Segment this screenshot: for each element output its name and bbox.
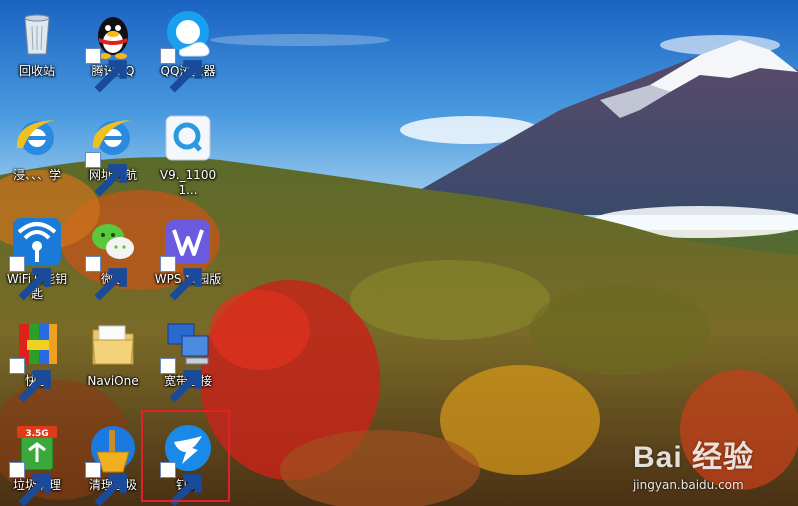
icon-label: NaviOne bbox=[87, 374, 139, 388]
broom-icon bbox=[85, 422, 139, 506]
wechat-icon bbox=[85, 216, 139, 301]
shortcut-arrow-icon bbox=[9, 358, 51, 403]
desktop-icon-junk-clean[interactable]: 3.5G 垃圾清理 bbox=[2, 422, 72, 506]
ie-icon bbox=[11, 112, 63, 164]
baidu-jingyan-watermark: Bai 经验 jingyan.baidu.com bbox=[633, 432, 754, 492]
ie-icon bbox=[85, 112, 139, 197]
shortcut-arrow-icon bbox=[85, 48, 127, 93]
desktop-icon-recycle-bin[interactable]: 回收站 bbox=[2, 8, 72, 79]
desktop-icon-broadband[interactable]: 宽带连接 bbox=[153, 318, 223, 403]
kuaiya-icon bbox=[9, 318, 63, 403]
shortcut-arrow-icon bbox=[9, 256, 51, 301]
shortcut-arrow-icon bbox=[160, 256, 202, 301]
folder-icon bbox=[87, 318, 139, 370]
watermark-main: Bai 经验 bbox=[632, 441, 754, 474]
desktop-icon-qq-browser[interactable]: QQ浏览器 bbox=[153, 8, 223, 93]
desktop-icon-ie-study[interactable]: 浸、、、学 bbox=[2, 112, 72, 183]
wps-icon bbox=[160, 216, 214, 301]
wifi-key-icon bbox=[9, 216, 63, 301]
network-icon bbox=[160, 318, 214, 403]
desktop-icon-wechat[interactable]: 微信 bbox=[78, 216, 148, 301]
icon-label: 浸、、、学 bbox=[12, 168, 61, 182]
qq-browser-icon bbox=[160, 8, 214, 93]
desktop[interactable]: 回收站 腾讯QQ QQ浏览器 浸、、、学 网址导航 V9._11001... W… bbox=[0, 0, 798, 506]
cleaner-badge: 3.5G bbox=[25, 429, 48, 439]
highlight-box bbox=[141, 410, 230, 502]
shortcut-arrow-icon bbox=[160, 48, 202, 93]
watermark-url: jingyan.baidu.com bbox=[632, 478, 744, 492]
desktop-icon-kuaiya[interactable]: 快压 bbox=[2, 318, 72, 403]
desktop-icon-qq[interactable]: 腾讯QQ bbox=[78, 8, 148, 93]
shortcut-arrow-icon bbox=[85, 152, 127, 197]
cleaner-3.5g-icon: 3.5G bbox=[9, 422, 63, 506]
recycle-bin-icon bbox=[11, 8, 63, 60]
desktop-icon-navione[interactable]: NaviOne bbox=[78, 318, 148, 389]
desktop-icon-v9[interactable]: V9._11001... bbox=[153, 112, 223, 198]
desktop-icon-web-nav[interactable]: 网址导航 bbox=[78, 112, 148, 197]
desktop-icon-clean-junk[interactable]: 清理垃圾 bbox=[78, 422, 148, 506]
qq-search-icon bbox=[162, 112, 214, 164]
qq-penguin-icon bbox=[85, 8, 139, 93]
desktop-icon-wps[interactable]: WPS 校园版 bbox=[153, 216, 223, 301]
shortcut-arrow-icon bbox=[85, 462, 127, 506]
icon-label: V9._11001... bbox=[159, 168, 217, 197]
icon-label: 回收站 bbox=[18, 64, 55, 78]
shortcut-arrow-icon bbox=[9, 462, 51, 506]
shortcut-arrow-icon bbox=[160, 358, 202, 403]
shortcut-arrow-icon bbox=[85, 256, 127, 301]
desktop-icon-wifi-key[interactable]: WiFi万能钥匙 bbox=[2, 216, 72, 302]
